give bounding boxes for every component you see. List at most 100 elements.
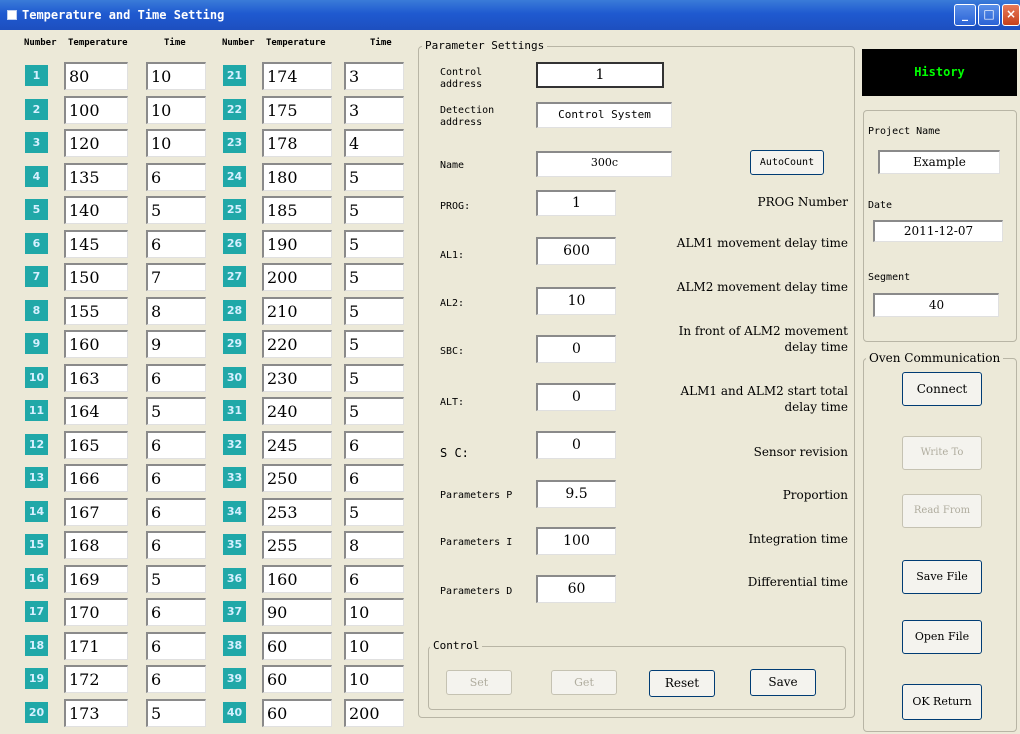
- time-input[interactable]: 4: [344, 129, 404, 157]
- time-input[interactable]: 5: [146, 698, 206, 727]
- open-file-button[interactable]: Open File: [902, 620, 982, 654]
- time-input[interactable]: 6: [146, 631, 206, 660]
- time-input[interactable]: 6: [146, 464, 206, 492]
- temperature-input[interactable]: 166: [64, 464, 128, 492]
- temperature-input[interactable]: 168: [64, 531, 128, 559]
- time-input[interactable]: 5: [344, 363, 404, 392]
- temperature-input[interactable]: 245: [262, 430, 332, 459]
- time-input[interactable]: 6: [344, 464, 404, 492]
- time-input[interactable]: 5: [146, 564, 206, 593]
- temperature-input[interactable]: 60: [262, 698, 332, 727]
- time-input[interactable]: 10: [146, 95, 206, 124]
- time-input[interactable]: 7: [146, 263, 206, 291]
- time-input[interactable]: 5: [344, 397, 404, 425]
- time-input[interactable]: 5: [146, 196, 206, 224]
- temperature-input[interactable]: 163: [64, 363, 128, 392]
- time-input[interactable]: 5: [344, 497, 404, 526]
- time-input[interactable]: 10: [344, 598, 404, 626]
- temperature-input[interactable]: 172: [64, 665, 128, 693]
- temperature-input[interactable]: 164: [64, 397, 128, 425]
- save-file-button[interactable]: Save File: [902, 560, 982, 594]
- time-input[interactable]: 6: [344, 430, 404, 459]
- temperature-input[interactable]: 253: [262, 497, 332, 526]
- time-input[interactable]: 8: [146, 296, 206, 325]
- temperature-input[interactable]: 173: [64, 698, 128, 727]
- time-input[interactable]: 6: [146, 598, 206, 626]
- temperature-input[interactable]: 167: [64, 497, 128, 526]
- date-field[interactable]: 2011-12-07: [873, 220, 1003, 242]
- temperature-input[interactable]: 169: [64, 564, 128, 593]
- temperature-input[interactable]: 135: [64, 162, 128, 191]
- temperature-input[interactable]: 155: [64, 296, 128, 325]
- sc-field[interactable]: 0: [536, 431, 616, 459]
- temperature-input[interactable]: 175: [262, 95, 332, 124]
- time-input[interactable]: 3: [344, 62, 404, 90]
- temperature-input[interactable]: 210: [262, 296, 332, 325]
- temperature-input[interactable]: 185: [262, 196, 332, 224]
- temperature-input[interactable]: 255: [262, 531, 332, 559]
- temperature-input[interactable]: 60: [262, 631, 332, 660]
- time-input[interactable]: 10: [344, 665, 404, 693]
- temperature-input[interactable]: 160: [262, 564, 332, 593]
- time-input[interactable]: 9: [146, 330, 206, 358]
- temperature-input[interactable]: 140: [64, 196, 128, 224]
- time-input[interactable]: 6: [146, 531, 206, 559]
- reset-button[interactable]: Reset: [649, 670, 715, 697]
- temperature-input[interactable]: 230: [262, 363, 332, 392]
- time-input[interactable]: 6: [146, 430, 206, 459]
- maximize-button[interactable]: □: [978, 4, 1000, 26]
- temperature-input[interactable]: 120: [64, 129, 128, 157]
- time-input[interactable]: 5: [344, 330, 404, 358]
- read-from-button[interactable]: Read From: [902, 494, 982, 528]
- temperature-input[interactable]: 145: [64, 229, 128, 258]
- control-address-field[interactable]: 1: [536, 62, 664, 88]
- time-input[interactable]: 5: [344, 196, 404, 224]
- temperature-input[interactable]: 180: [262, 162, 332, 191]
- ok-return-button[interactable]: OK Return: [902, 684, 982, 720]
- time-input[interactable]: 10: [146, 129, 206, 157]
- segment-field[interactable]: 40: [873, 293, 999, 317]
- temperature-input[interactable]: 165: [64, 430, 128, 459]
- time-input[interactable]: 5: [344, 296, 404, 325]
- temperature-input[interactable]: 80: [64, 62, 128, 90]
- time-input[interactable]: 200: [344, 698, 404, 727]
- temperature-input[interactable]: 220: [262, 330, 332, 358]
- al1-field[interactable]: 600: [536, 237, 616, 265]
- temperature-input[interactable]: 240: [262, 397, 332, 425]
- temperature-input[interactable]: 171: [64, 631, 128, 660]
- name-field[interactable]: 300c: [536, 151, 672, 177]
- time-input[interactable]: 3: [344, 95, 404, 124]
- minimize-button[interactable]: _: [954, 4, 976, 26]
- parameter-d-field[interactable]: 60: [536, 575, 616, 603]
- time-input[interactable]: 6: [146, 665, 206, 693]
- time-input[interactable]: 5: [146, 397, 206, 425]
- time-input[interactable]: 6: [146, 363, 206, 392]
- history-button[interactable]: History: [862, 49, 1017, 96]
- title-bar[interactable]: Temperature and Time Setting _ □ ×: [0, 0, 1020, 30]
- sbc-field[interactable]: 0: [536, 335, 616, 363]
- close-button[interactable]: ×: [1002, 4, 1020, 26]
- temperature-input[interactable]: 174: [262, 62, 332, 90]
- connect-button[interactable]: Connect: [902, 372, 982, 406]
- temperature-input[interactable]: 250: [262, 464, 332, 492]
- temperature-input[interactable]: 170: [64, 598, 128, 626]
- time-input[interactable]: 6: [344, 564, 404, 593]
- temperature-input[interactable]: 150: [64, 263, 128, 291]
- temperature-input[interactable]: 100: [64, 95, 128, 124]
- project-name-field[interactable]: Example: [878, 150, 1000, 174]
- alt-field[interactable]: 0: [536, 383, 616, 411]
- time-input[interactable]: 5: [344, 162, 404, 191]
- autocount-button[interactable]: AutoCount: [750, 150, 824, 175]
- time-input[interactable]: 6: [146, 162, 206, 191]
- temperature-input[interactable]: 160: [64, 330, 128, 358]
- time-input[interactable]: 8: [344, 531, 404, 559]
- parameter-p-field[interactable]: 9.5: [536, 480, 616, 508]
- get-button[interactable]: Get: [551, 670, 617, 695]
- time-input[interactable]: 5: [344, 229, 404, 258]
- write-to-button[interactable]: Write To: [902, 436, 982, 470]
- prog-field[interactable]: 1: [536, 190, 616, 216]
- temperature-input[interactable]: 90: [262, 598, 332, 626]
- temperature-input[interactable]: 178: [262, 129, 332, 157]
- save-button[interactable]: Save: [750, 669, 816, 696]
- time-input[interactable]: 10: [344, 631, 404, 660]
